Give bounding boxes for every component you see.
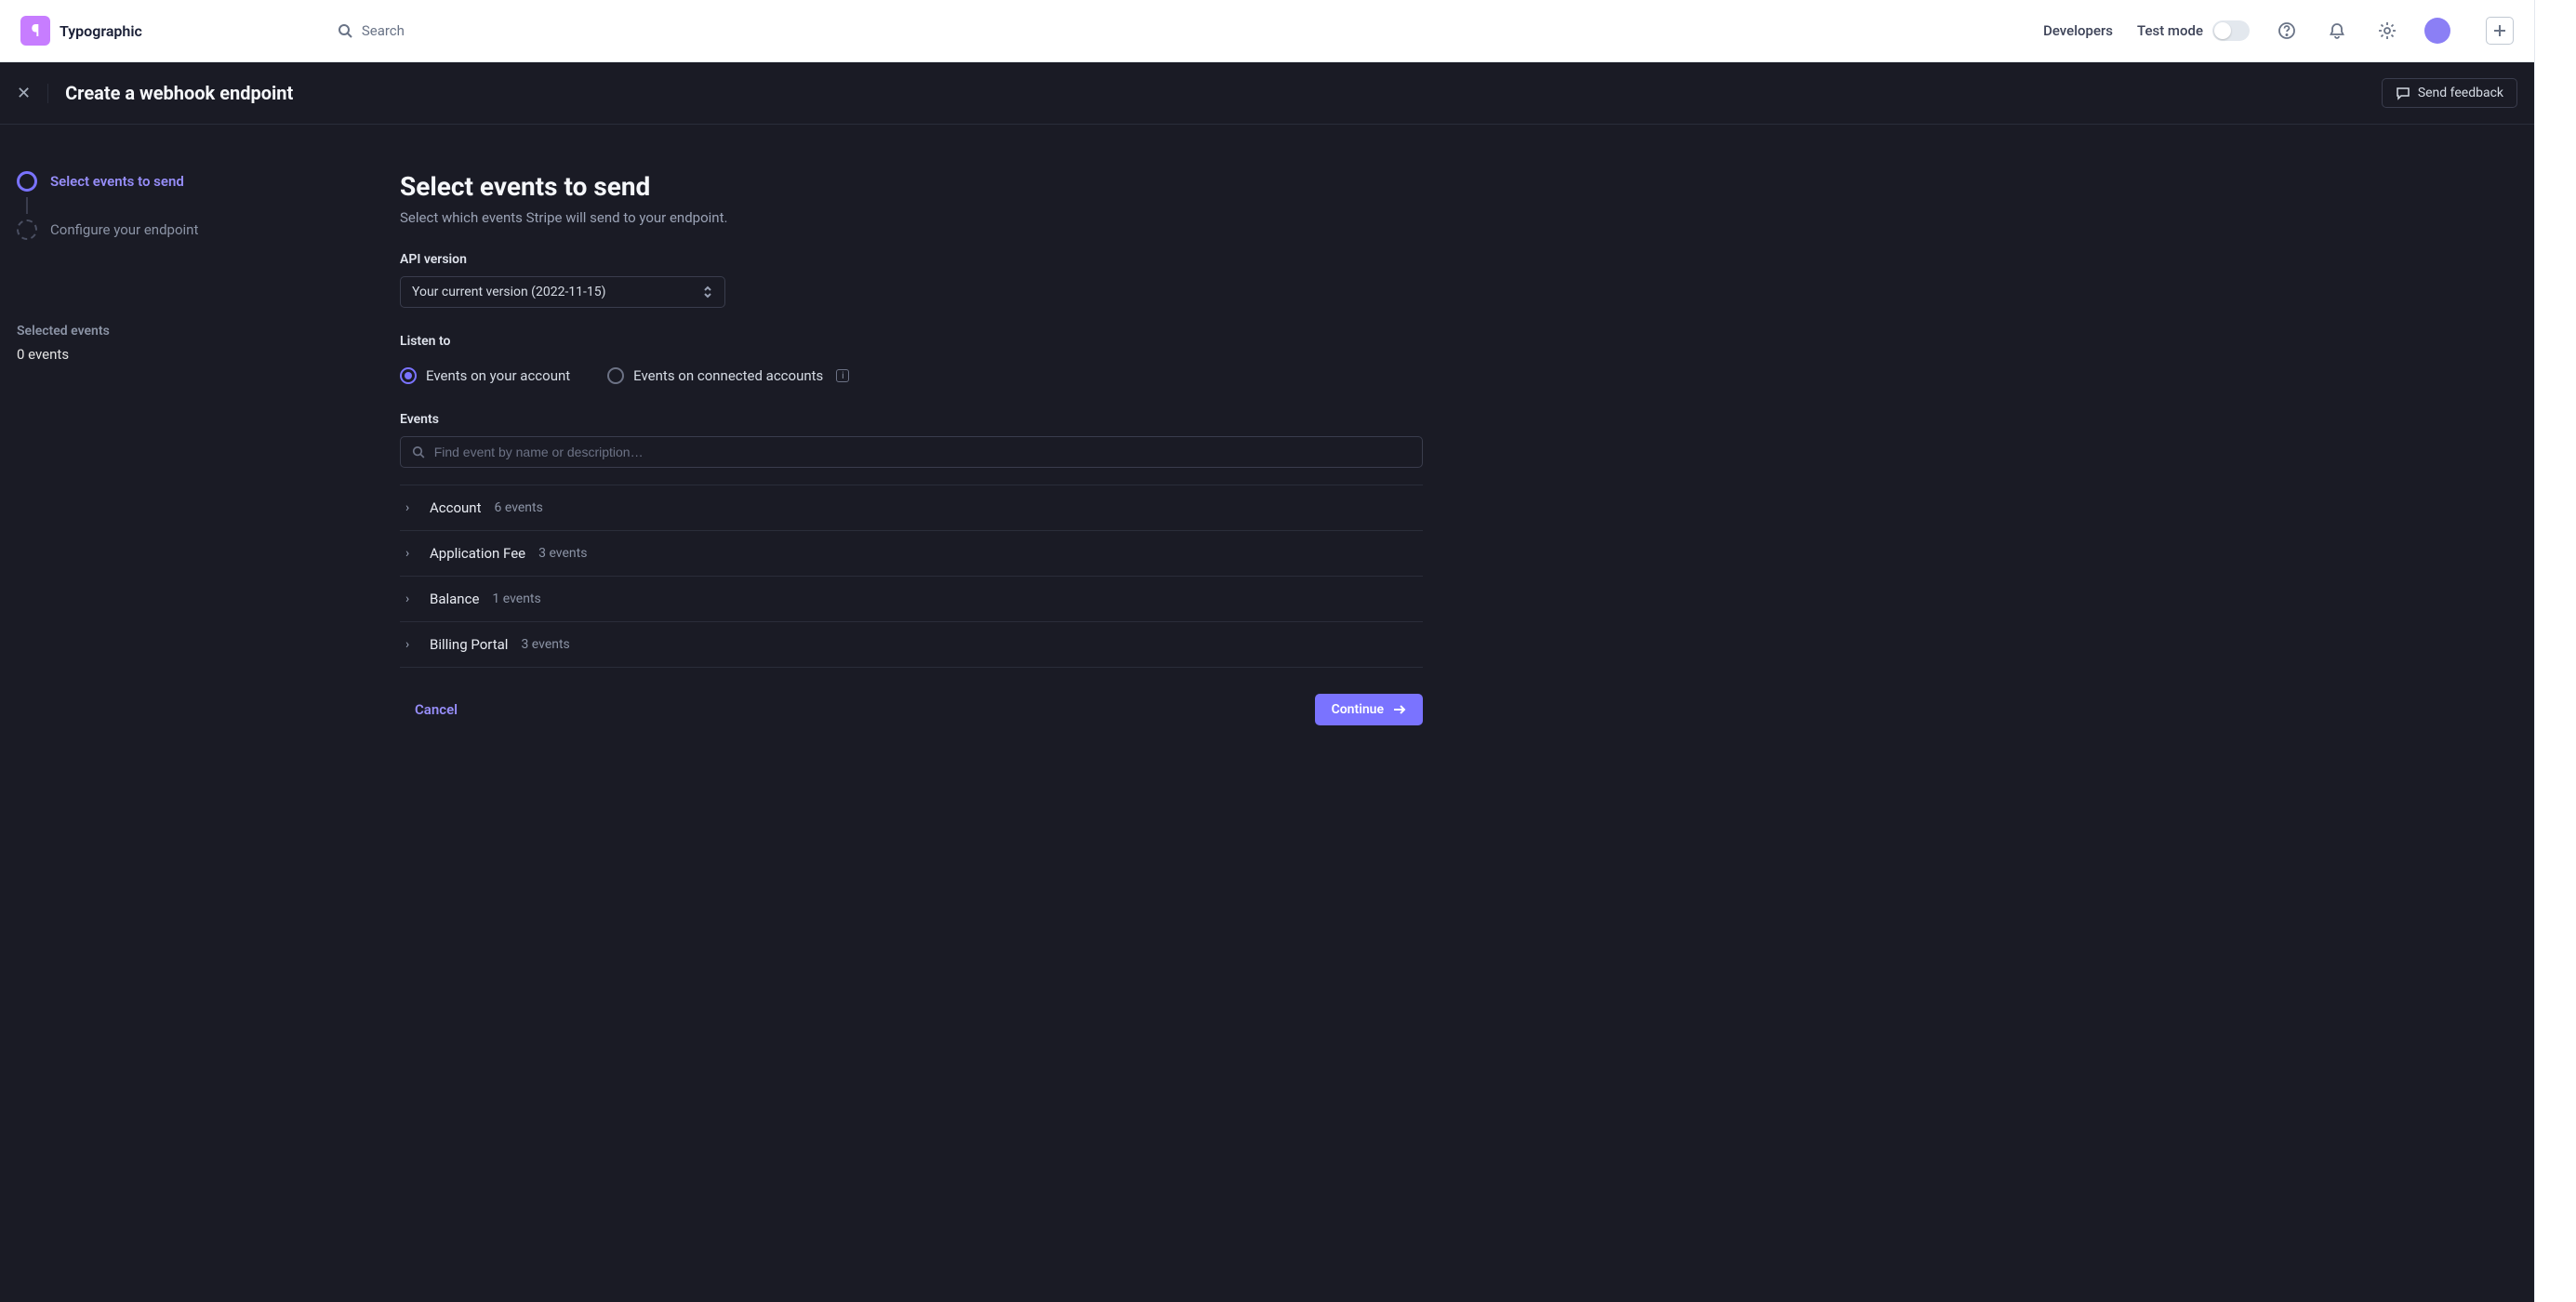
radio-checked-icon (400, 367, 417, 384)
chevron-updown-icon (702, 286, 713, 299)
brand[interactable]: ¶ Typographic (20, 16, 142, 46)
listen-to-label: Listen to (400, 334, 1423, 349)
form-description: Select which events Stripe will send to … (400, 209, 1423, 226)
event-category-list: › Account 6 events › Application Fee 3 e… (400, 477, 1423, 668)
radio-label: Events on your account (426, 367, 570, 384)
right-rail (2534, 0, 2576, 1302)
event-category-count: 3 events (538, 546, 587, 561)
selected-events-label: Selected events (17, 324, 355, 339)
plus-button[interactable] (2486, 17, 2514, 45)
cancel-button[interactable]: Cancel (400, 694, 472, 725)
feedback-label: Send feedback (2418, 86, 2503, 100)
event-category-name: Application Fee (430, 545, 525, 562)
event-category-name: Balance (430, 591, 479, 607)
step-indicator-active-icon (17, 171, 37, 192)
avatar[interactable] (2424, 18, 2450, 44)
continue-button[interactable]: Continue (1315, 694, 1423, 725)
test-mode-label: Test mode (2137, 22, 2203, 39)
info-icon[interactable]: i (836, 369, 849, 382)
subheader: ✕ Create a webhook endpoint Send feedbac… (0, 62, 2534, 125)
event-category-row[interactable]: › Billing Portal 3 events (400, 622, 1423, 668)
brand-logo-icon: ¶ (20, 16, 50, 46)
event-category-row[interactable]: › Application Fee 3 events (400, 531, 1423, 577)
event-category-name: Billing Portal (430, 636, 508, 653)
api-version-select[interactable]: Your current version (2022-11-15) (400, 276, 725, 308)
step-connector (26, 197, 28, 214)
continue-label: Continue (1332, 702, 1384, 717)
search-input[interactable]: Search (338, 22, 405, 39)
step-configure-endpoint[interactable]: Configure your endpoint (17, 219, 355, 240)
arrow-right-icon (1393, 704, 1406, 715)
search-icon (412, 445, 425, 458)
step-sidebar: Select events to send Configure your end… (0, 125, 372, 1302)
test-mode-toggle[interactable] (2212, 20, 2250, 41)
event-category-count: 1 events (492, 591, 540, 606)
topnav: ¶ Typographic Search Developers Test mod… (0, 0, 2534, 62)
radio-events-connected-accounts[interactable]: Events on connected accounts i (607, 367, 849, 384)
chevron-right-icon: › (405, 500, 417, 515)
step-label: Configure your endpoint (50, 221, 198, 238)
chevron-right-icon: › (405, 546, 417, 561)
chat-icon (2396, 86, 2410, 100)
form: Select events to send Select which event… (372, 125, 1423, 1302)
events-label: Events (400, 412, 1423, 427)
events-search-input[interactable] (400, 436, 1423, 468)
event-category-count: 3 events (521, 637, 569, 652)
page-title: Create a webhook endpoint (65, 82, 293, 104)
close-icon[interactable]: ✕ (17, 84, 48, 103)
notifications-icon[interactable] (2324, 18, 2350, 44)
help-icon[interactable] (2274, 18, 2300, 44)
brand-name: Typographic (60, 22, 142, 40)
selected-events-count: 0 events (17, 346, 355, 363)
settings-icon[interactable] (2374, 18, 2400, 44)
api-version-value: Your current version (2022-11-15) (412, 285, 606, 299)
step-select-events[interactable]: Select events to send (17, 171, 355, 192)
radio-events-your-account[interactable]: Events on your account (400, 367, 570, 384)
send-feedback-button[interactable]: Send feedback (2382, 78, 2517, 108)
step-indicator-inactive-icon (17, 219, 37, 240)
step-label: Select events to send (50, 173, 184, 190)
events-search-field[interactable] (434, 445, 1411, 459)
event-category-row[interactable]: › Account 6 events (400, 485, 1423, 531)
api-version-label: API version (400, 252, 1423, 267)
event-category-name: Account (430, 499, 482, 516)
search-icon (338, 23, 352, 38)
radio-unchecked-icon (607, 367, 624, 384)
form-heading: Select events to send (400, 171, 1423, 202)
event-category-count: 6 events (495, 500, 543, 515)
chevron-right-icon: › (405, 637, 417, 652)
developers-link[interactable]: Developers (2043, 22, 2113, 39)
radio-label: Events on connected accounts (633, 367, 823, 384)
search-placeholder: Search (362, 22, 405, 39)
event-category-row[interactable]: › Balance 1 events (400, 577, 1423, 622)
chevron-right-icon: › (405, 591, 417, 606)
